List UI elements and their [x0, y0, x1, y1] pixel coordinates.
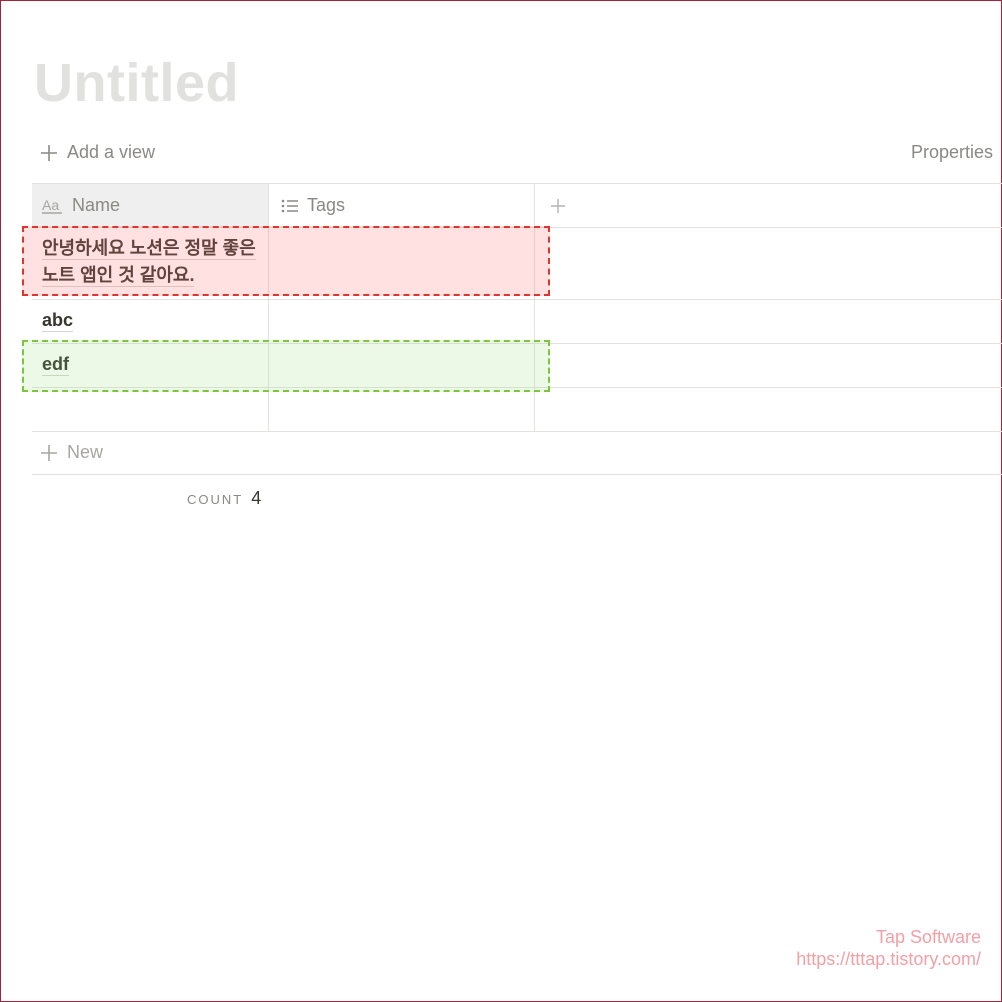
watermark-line2: https://tttap.tistory.com/ [796, 949, 981, 969]
plus-icon [41, 444, 57, 461]
table-row-name-cell[interactable] [42, 395, 268, 422]
count-summary[interactable]: COUNT 4 [187, 488, 261, 509]
annotation-box-green [22, 340, 550, 392]
row-divider [32, 299, 1002, 300]
plus-icon [551, 198, 565, 213]
watermark: Tap Software https://tttap.tistory.com/ [796, 926, 981, 970]
text-type-icon: Aa [42, 197, 64, 215]
add-column-button[interactable] [535, 184, 575, 227]
count-value: 4 [251, 488, 262, 508]
add-view-button[interactable]: Add a view [40, 142, 155, 163]
row-name: abc [42, 310, 74, 332]
new-row-button[interactable]: New [40, 442, 103, 463]
column-header-name[interactable]: Aa Name [32, 184, 268, 227]
properties-label: Properties [911, 142, 994, 162]
table-row-name-cell[interactable]: abc [42, 307, 74, 334]
add-view-label: Add a view [67, 142, 156, 162]
watermark-line1: Tap Software [875, 927, 981, 947]
column-header-tags[interactable]: Tags [269, 184, 534, 227]
properties-button[interactable]: Properties [911, 142, 993, 163]
annotation-box-red [22, 226, 550, 296]
row-divider [32, 431, 1002, 432]
column-header-name-label: Name [72, 195, 121, 215]
svg-text:Aa: Aa [42, 197, 59, 213]
count-label: COUNT [187, 492, 244, 507]
list-icon [281, 198, 299, 214]
column-header-tags-label: Tags [307, 195, 346, 215]
table-bottom-border [32, 474, 1002, 475]
plus-icon [41, 144, 57, 161]
page-title[interactable]: Untitled [34, 52, 239, 114]
new-row-label: New [67, 442, 104, 462]
